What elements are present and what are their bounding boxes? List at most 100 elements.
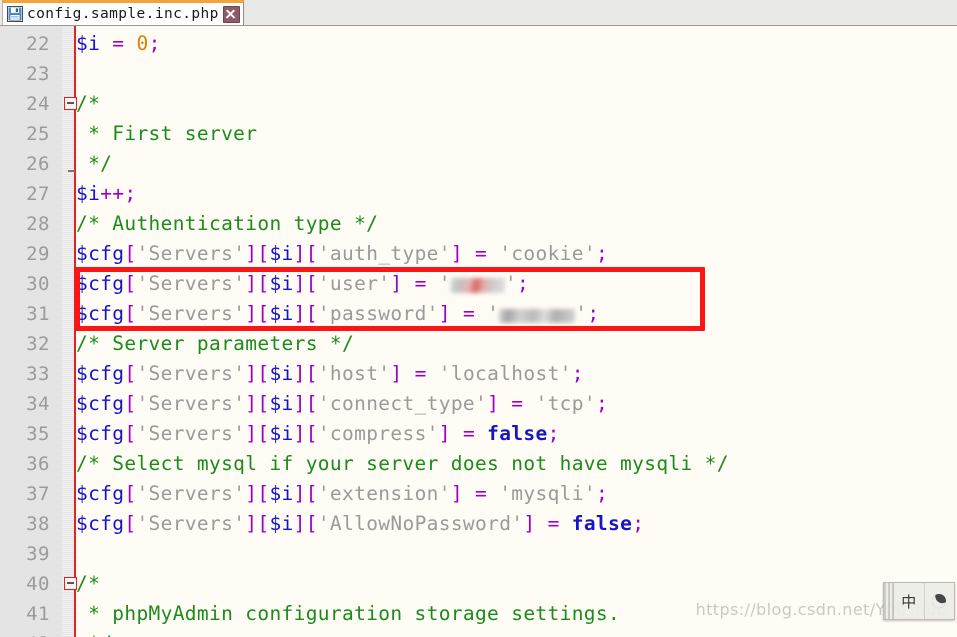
code-token: $cfg (76, 272, 125, 295)
line-number: 35 (26, 423, 50, 445)
code-line[interactable]: $i = 0; (76, 29, 161, 59)
code-token: ][ (245, 302, 270, 325)
code-line[interactable]: * phpMyAdmin configuration storage setti… (76, 599, 620, 629)
code-token: 'mysqli' (499, 482, 596, 505)
line-number: 30 (26, 273, 50, 295)
code-line[interactable]: $cfg['Servers'][$i]['host'] = 'localhost… (76, 359, 584, 389)
code-token: = (547, 512, 560, 535)
code-token: */ (76, 152, 113, 175)
line-number: 34 (26, 393, 50, 415)
code-token: ][ (245, 392, 270, 415)
code-token: $i (269, 272, 294, 295)
tab-config-sample-inc-php[interactable]: config.sample.inc.php (2, 0, 244, 25)
code-line[interactable]: $cfg['Servers'][$i]['AllowNoPassword'] =… (76, 509, 644, 539)
code-token: $i (269, 422, 294, 445)
code-token: $cfg (76, 302, 125, 325)
code-token: ; (595, 242, 609, 265)
code-token: false (571, 512, 633, 535)
redacted-password-value (499, 309, 576, 323)
code-token: ; (632, 512, 645, 535)
code-token: 'cookie' (499, 242, 596, 265)
code-token: /* Select mysql if your server does not … (76, 452, 729, 475)
code-token: ' (504, 272, 517, 295)
code-line[interactable]: /* (76, 569, 100, 599)
code-line[interactable]: $cfg['Servers'][$i]['password'] = ' '; (76, 299, 599, 329)
code-token: ; (571, 362, 584, 385)
code-token: [ (124, 392, 137, 415)
code-token: = (462, 422, 476, 445)
code-token: 'auth_type' (317, 242, 451, 265)
code-line[interactable]: /* (76, 89, 100, 119)
line-number: 38 (26, 513, 50, 535)
code-token: ][ (245, 482, 270, 505)
code-token: $cfg (76, 422, 125, 445)
code-line[interactable]: */ (76, 149, 112, 179)
code-line[interactable]: /* Authentication type */ (76, 209, 378, 239)
code-token: ] (390, 362, 403, 385)
code-token: 'host' (317, 362, 391, 385)
code-token: ][ (293, 392, 318, 415)
code-token: = (475, 482, 488, 505)
code-token: 'connect_type' (317, 392, 488, 415)
floppy-disk-icon (7, 6, 23, 22)
line-number: 33 (26, 363, 50, 385)
code-token: = (112, 32, 125, 55)
line-number: 41 (26, 603, 50, 625)
code-token: 'Servers' (136, 392, 246, 415)
code-token: ][ (245, 362, 270, 385)
code-token: ' (575, 302, 588, 325)
code-line[interactable]: /* Select mysql if your server does not … (76, 449, 729, 479)
code-token: $i (76, 32, 101, 55)
code-token: 'AllowNoPassword' (317, 512, 524, 535)
code-token: [ (124, 512, 137, 535)
code-token: [ (124, 242, 137, 265)
crescent-moon-icon[interactable] (925, 583, 955, 619)
code-token: 'Servers' (136, 362, 246, 385)
code-token: = (475, 242, 488, 265)
close-icon[interactable] (222, 5, 240, 23)
line-number: 27 (26, 183, 50, 205)
code-token: [ (124, 482, 137, 505)
code-token: $cfg (76, 362, 125, 385)
ime-language-bar[interactable]: 中 (883, 582, 955, 620)
code-line[interactable]: $cfg['Servers'][$i]['extension'] = 'mysq… (76, 479, 608, 509)
code-token: /* (76, 92, 101, 115)
code-token: ] (438, 422, 451, 445)
code-editor-body[interactable]: 22 23 24 25 26 27 28 29 30 31 32 33 34 35 36 37 38 39 40 41… (0, 26, 957, 637)
code-token: */ (76, 632, 112, 637)
code-line[interactable]: $i++; (76, 179, 136, 209)
line-number: 28 (26, 213, 50, 235)
code-line[interactable]: $cfg['Servers'][$i]['auth_type'] = 'cook… (76, 239, 608, 269)
code-text-area[interactable]: $i = 0; /* * First server */ $i++;/* Authe… (76, 26, 957, 637)
code-line[interactable]: */ (76, 629, 112, 637)
line-number: 22 (26, 33, 50, 55)
code-token: $i (269, 482, 294, 505)
code-token: ; (587, 302, 600, 325)
code-line[interactable]: $cfg['Servers'][$i]['compress'] = false; (76, 419, 560, 449)
code-line[interactable]: * First server (76, 119, 257, 149)
code-token: * First server (76, 122, 258, 145)
code-token: $cfg (76, 242, 125, 265)
code-line[interactable]: $cfg['Servers'][$i]['connect_type'] = 't… (76, 389, 608, 419)
code-token: ; (516, 272, 530, 295)
line-number: 36 (26, 453, 50, 475)
code-line[interactable]: $cfg['Servers'][$i]['user'] = ' '; (76, 269, 529, 299)
code-token: ] (523, 512, 536, 535)
code-token: 'Servers' (136, 302, 246, 325)
ime-chinese-mode-button[interactable]: 中 (894, 583, 925, 619)
code-token: 'tcp' (535, 392, 596, 415)
ime-drag-handle[interactable] (884, 583, 894, 619)
code-token: ][ (293, 512, 318, 535)
code-token: = (462, 302, 476, 325)
code-line[interactable]: /* Server parameters */ (76, 329, 354, 359)
